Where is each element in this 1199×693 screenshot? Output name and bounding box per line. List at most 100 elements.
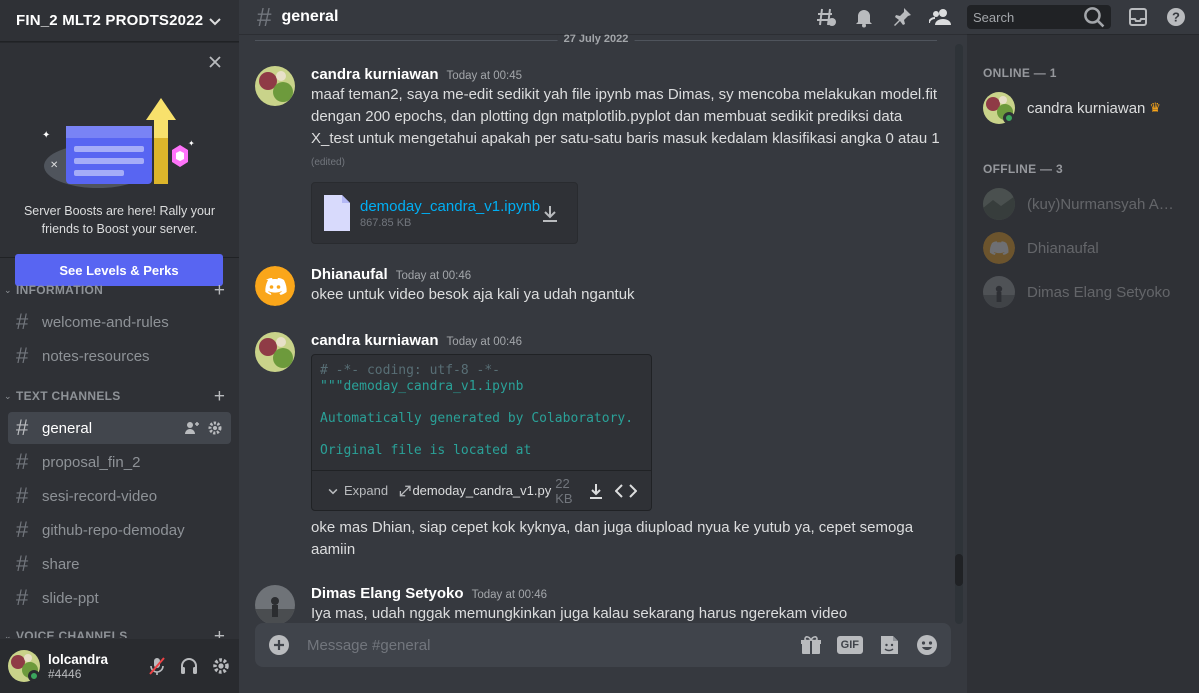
message-composer[interactable]: Message #general GIF [255,623,951,667]
avatar[interactable] [255,66,295,106]
message-author[interactable]: candra kurniawan [311,332,439,349]
category-text-channels[interactable]: ⌄ TEXT CHANNELS + [0,382,239,410]
add-channel-icon[interactable]: + [214,627,225,639]
close-icon[interactable] [207,54,223,70]
emoji-icon[interactable] [915,633,939,657]
file-name-link[interactable]: demoday_candra_v1.ipynb [360,198,540,215]
category-label: INFORMATION [16,283,104,297]
member-name: Dimas Elang Setyoko [1027,283,1171,301]
hash-icon: # [16,585,29,610]
avatar[interactable] [255,585,295,625]
message: candra kurniawan Today at 00:45 maaf tem… [255,66,943,244]
user-panel: lolcandra #4446 [0,639,239,693]
expand-arrows-icon[interactable] [398,483,412,499]
channel-title: general [281,8,339,25]
expand-button[interactable]: Expand [326,483,388,498]
avatar-image [983,188,1015,220]
avatar [983,188,1015,220]
member-item[interactable]: Dhianaufal [975,226,1191,270]
message: Dhianaufal Today at 00:46 okee untuk vid… [255,266,943,306]
file-attachment: demoday_candra_v1.ipynb 867.85 KB [311,182,578,244]
members-list-icon[interactable] [929,6,951,28]
user-avatar-wrap[interactable] [8,650,40,682]
svg-text:✦: ✦ [188,139,195,148]
member-list: ONLINE — 1 candra kurniawan ♛ OFFLINE — … [967,34,1199,693]
pin-icon[interactable] [891,6,913,28]
channel-label: github-repo-demoday [42,521,185,539]
member-item[interactable]: candra kurniawan ♛ [975,86,1191,130]
message-input[interactable]: Message #general [307,637,799,654]
online-status-dot [1003,112,1015,124]
category-voice-channels[interactable]: ⌄ VOICE CHANNELS + [0,622,239,639]
file-size: 867.85 KB [360,216,412,229]
code-line: # -*- coding: utf-8 -*- [320,363,501,378]
help-icon[interactable]: ? [1165,6,1187,28]
member-name: candra kurniawan [1027,99,1146,117]
boost-description: Server Boosts are here! Rally your frien… [23,204,216,236]
headphones-icon[interactable] [179,656,199,676]
channel-slide-ppt[interactable]: # slide-ppt [8,582,231,614]
channel-share[interactable]: # share [8,548,231,580]
avatar-image [255,585,295,625]
threads-icon[interactable] [815,6,837,28]
code-file-size: 22 KB [555,475,573,506]
channel-label: welcome-and-rules [42,313,169,331]
download-icon[interactable] [587,482,605,500]
code-view-icon[interactable] [615,482,637,500]
avatar[interactable] [255,332,295,372]
channel-sesi-record-video[interactable]: # sesi-record-video [8,480,231,512]
code-file-name[interactable]: demoday_candra_v1.py [412,483,551,498]
gear-icon[interactable] [207,420,223,436]
settings-gear-icon[interactable] [211,656,231,676]
mute-mic-icon[interactable] [147,656,167,676]
sticker-icon[interactable] [877,633,901,657]
date-label: 27 July 2022 [557,34,635,45]
scrollbar-thumb[interactable] [955,554,963,586]
search-placeholder: Search [973,9,1015,25]
channel-github-repo-demoday[interactable]: # github-repo-demoday [8,514,231,546]
download-icon[interactable] [539,203,561,225]
channel-notes-resources[interactable]: # notes-resources [8,340,231,372]
user-info[interactable]: lolcandra #4446 [48,652,147,681]
server-header[interactable]: FIN_2 MLT2 PRODTS2022 [0,0,239,42]
hash-icon: # [16,551,29,576]
member-item[interactable]: Dimas Elang Setyoko [975,270,1191,314]
avatar[interactable] [255,266,295,306]
channel-proposal-fin-2[interactable]: # proposal_fin_2 [8,446,231,478]
expand-label: Expand [344,483,389,498]
invite-icon[interactable] [184,420,200,436]
gift-icon[interactable] [799,633,823,657]
message-author[interactable]: Dimas Elang Setyoko [311,585,464,602]
add-attachment-icon[interactable] [267,633,291,657]
avatar [983,232,1015,264]
message-author[interactable]: candra kurniawan [311,66,439,83]
chevron-down-icon: ⌄ [4,630,12,639]
discord-app: FIN_2 MLT2 PRODTS2022 ✦ ✦ ✕ Server Boost… [0,0,1199,693]
message-text: oke mas Dhian, siap cepet kok kyknya, da… [311,519,914,558]
add-channel-icon[interactable]: + [214,387,225,406]
channel-label: notes-resources [42,347,150,365]
username: lolcandra [48,651,109,667]
member-item[interactable]: (kuy)Nurmansyah Am... [975,182,1191,226]
message-author[interactable]: Dhianaufal [311,266,388,283]
scrollbar-track[interactable] [955,44,963,624]
search-input[interactable]: Search [967,5,1111,29]
message-timestamp: Today at 00:46 [395,270,472,282]
chevron-down-icon [328,488,338,494]
inbox-icon[interactable] [1127,6,1149,28]
category-label: VOICE CHANNELS [16,629,128,638]
add-channel-icon[interactable]: + [214,281,225,300]
chevron-down-icon: ⌄ [4,284,12,295]
boost-illustration: ✦ ✦ ✕ [42,98,195,188]
code-file-preview: # -*- coding: utf-8 -*- """demoday_candr… [311,354,652,511]
channel-general[interactable]: # general [8,412,231,444]
hash-icon: # [16,483,29,508]
category-information[interactable]: ⌄ INFORMATION + [0,276,239,304]
notification-bell-icon[interactable] [853,6,875,28]
channel-label: general [42,419,93,437]
gif-button[interactable]: GIF [836,636,863,654]
hash-icon: # [16,309,29,334]
avatar [983,276,1015,308]
channel-welcome-and-rules[interactable]: # welcome-and-rules [8,306,231,338]
channel-label: proposal_fin_2 [42,453,141,471]
